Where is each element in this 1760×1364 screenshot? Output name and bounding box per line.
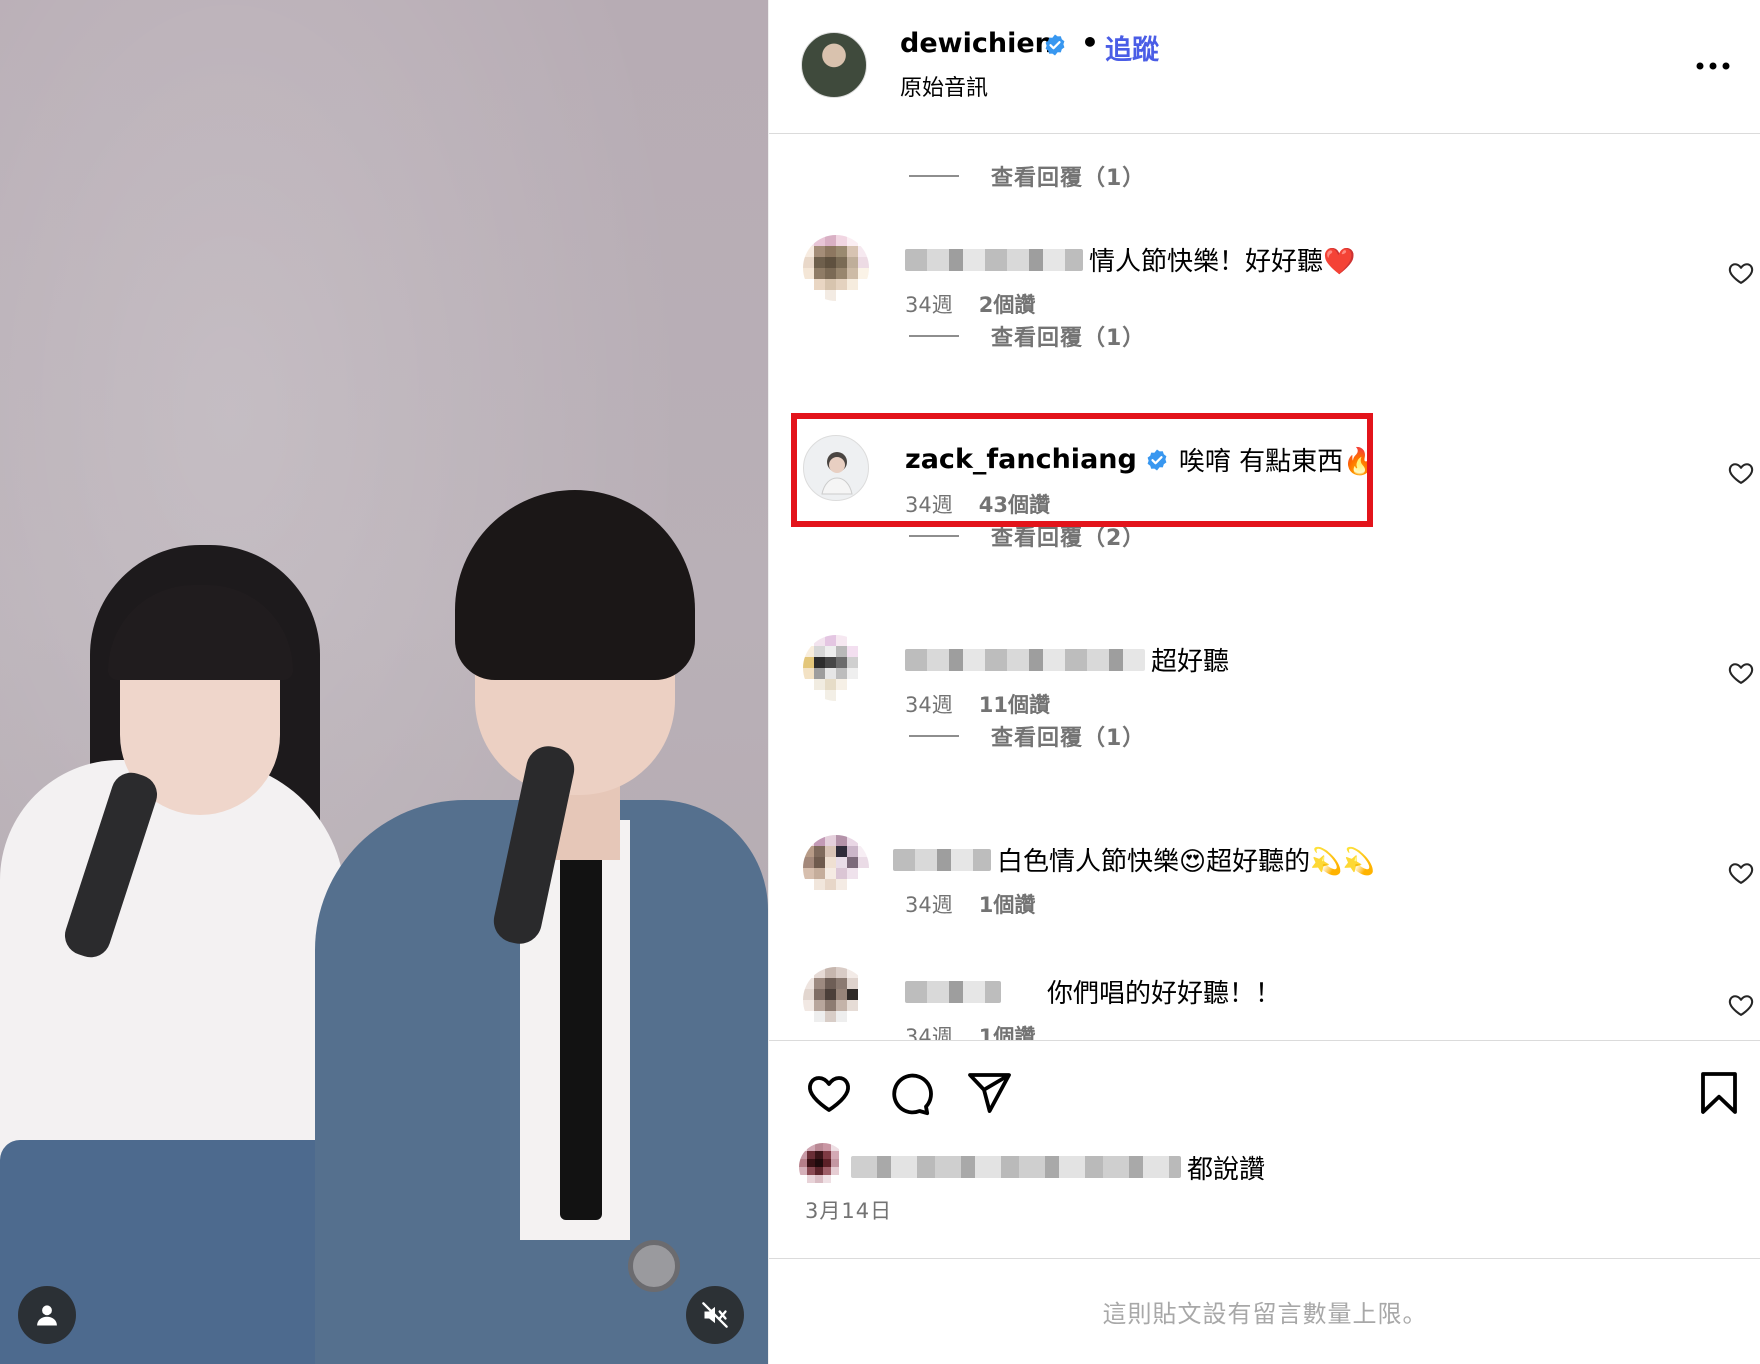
comment-time[interactable]: 34週 — [905, 1021, 953, 1040]
comment-meta: 34週 1個讚 — [905, 1021, 1035, 1040]
view-replies-button[interactable]: 查看回覆（1） — [909, 721, 1145, 751]
bookmark-icon[interactable] — [1695, 1069, 1743, 1117]
commenter-avatar[interactable] — [803, 967, 869, 1033]
view-replies-label: 查看回覆（1） — [991, 326, 1146, 351]
post-details-panel: dewichien • 追蹤 原始音訊 查看回覆（1） 情人節快樂！好好聽❤️ … — [768, 0, 1760, 1364]
separator-dot: • — [1081, 26, 1099, 59]
comment-item: 你們唱的好好聽！！ 34週 1個讚 — [769, 959, 1760, 1040]
redacted-liker-names — [851, 1156, 1181, 1178]
comment-body: 超好聽 — [905, 641, 1229, 678]
user-tag-icon[interactable] — [18, 1286, 76, 1344]
heart-icon[interactable] — [1727, 459, 1755, 487]
follow-button[interactable]: 追蹤 — [1105, 28, 1159, 67]
wristwatch — [628, 1240, 680, 1292]
singer-left-shirt — [0, 760, 345, 1160]
liker-avatar — [799, 1143, 847, 1191]
instagram-post-view: dewichien • 追蹤 原始音訊 查看回覆（1） 情人節快樂！好好聽❤️ … — [0, 0, 1760, 1364]
redacted-username — [905, 248, 1083, 271]
post-header: dewichien • 追蹤 原始音訊 — [769, 0, 1760, 134]
comment-item: 白色情人節快樂😍超好聽的💫💫 34週 1個讚 — [769, 827, 1760, 927]
heart-icon[interactable] — [1727, 259, 1755, 287]
redacted-username — [905, 980, 1001, 1003]
comment-body: 你們唱的好好聽！！ — [905, 973, 1281, 1010]
comment-limit-notice: 這則貼文設有留言數量上限。 — [769, 1258, 1760, 1364]
heart-icon[interactable] — [1727, 859, 1755, 887]
heart-icon[interactable] — [1727, 991, 1755, 1019]
more-options-icon[interactable] — [1693, 46, 1733, 86]
divider-line — [909, 335, 959, 337]
divider-line — [909, 175, 959, 177]
highlight-annotation-box — [791, 413, 1373, 527]
comment-body: 情人節快樂！好好聽❤️ — [905, 241, 1355, 278]
comment-body: 白色情人節快樂😍超好聽的💫💫 — [893, 841, 1375, 878]
post-date[interactable]: 3月14日 — [805, 1195, 892, 1225]
comment-item: 情人節快樂！好好聽❤️ 34週 2個讚 — [769, 227, 1760, 327]
comment-meta: 34週 1個讚 — [905, 889, 1035, 919]
view-replies-label: 查看回覆（1） — [991, 166, 1146, 191]
comment-time[interactable]: 34週 — [905, 689, 953, 719]
comment-item: 超好聽 34週 11個讚 — [769, 627, 1760, 727]
comment-likes[interactable]: 11個讚 — [979, 689, 1050, 719]
paper-plane-icon[interactable] — [965, 1069, 1013, 1117]
commenter-avatar[interactable] — [803, 235, 869, 301]
commenter-avatar[interactable] — [803, 835, 869, 901]
divider-line — [909, 535, 959, 537]
commenter-avatar[interactable] — [803, 635, 869, 701]
singer-right-tie — [560, 850, 602, 1220]
comment-text: 你們唱的好好聽！！ — [1047, 979, 1282, 1009]
comment-likes[interactable]: 2個讚 — [979, 289, 1036, 319]
divider-line — [909, 735, 959, 737]
comment-text: 情人節快樂！好好聽❤️ — [1089, 247, 1356, 277]
comment-likes[interactable]: 1個讚 — [979, 889, 1036, 919]
liked-by-summary[interactable]: 都說讚 — [799, 1143, 1265, 1191]
muted-speaker-icon[interactable] — [686, 1286, 744, 1344]
comment-bubble-icon[interactable] — [885, 1069, 933, 1117]
comment-text: 白色情人節快樂😍超好聽的💫💫 — [997, 847, 1375, 877]
view-replies-label: 查看回覆（1） — [991, 726, 1146, 751]
comment-text: 超好聽 — [1151, 647, 1230, 677]
author-username[interactable]: dewichien — [900, 28, 1054, 59]
comment-limit-text: 這則貼文設有留言數量上限。 — [1102, 1300, 1428, 1328]
redacted-username — [893, 848, 991, 871]
view-replies-button[interactable]: 查看回覆（1） — [909, 321, 1145, 351]
redacted-username — [905, 648, 1145, 671]
heart-icon[interactable] — [1727, 659, 1755, 687]
view-replies-button[interactable]: 查看回覆（1） — [909, 161, 1145, 191]
comment-meta: 34週 2個讚 — [905, 289, 1035, 319]
liked-by-text: 都說讚 — [1187, 1154, 1266, 1185]
heart-icon[interactable] — [805, 1069, 853, 1117]
author-avatar[interactable] — [801, 32, 867, 98]
original-audio-link[interactable]: 原始音訊 — [900, 70, 988, 102]
post-actions: 都說讚 3月14日 — [769, 1040, 1760, 1260]
verified-badge-icon — [1043, 33, 1067, 57]
comment-meta: 34週 11個讚 — [905, 689, 1050, 719]
comment-likes[interactable]: 1個讚 — [979, 1021, 1036, 1040]
comments-list[interactable]: 查看回覆（1） 情人節快樂！好好聽❤️ 34週 2個讚 查看回覆（1） zack… — [769, 135, 1760, 1040]
comment-time[interactable]: 34週 — [905, 289, 953, 319]
comment-time[interactable]: 34週 — [905, 889, 953, 919]
video-player[interactable] — [0, 0, 768, 1364]
